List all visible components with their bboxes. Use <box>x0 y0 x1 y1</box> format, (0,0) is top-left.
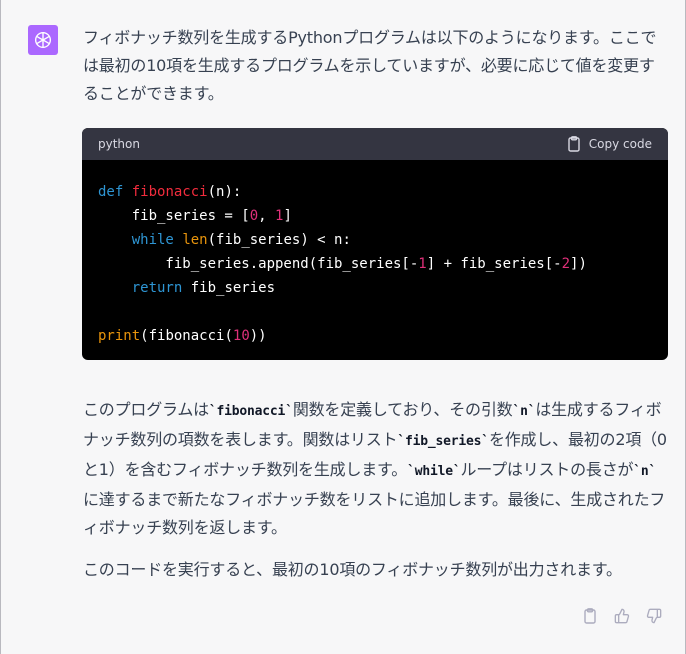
code-block-header: python Copy code <box>82 128 668 160</box>
inline-code-fibonacci: `fibonacci` <box>208 404 293 419</box>
code-token: (fib_series) < n: <box>207 232 351 248</box>
code-token: ( <box>140 328 149 344</box>
thumbs-down-button[interactable] <box>645 606 663 626</box>
number-literal: 1 <box>418 256 427 272</box>
response-explanation: このプログラムは`fibonacci`関数を定義しており、その引数`n`は生成す… <box>83 396 669 542</box>
code-content: def fibonacci(n): fib_series = [0, 1] wh… <box>82 160 668 360</box>
clipboard-icon <box>568 136 580 152</box>
explanation-text: に達するまで新たなフィボナッチ数をリストに追加します。最後に、生成されたフィボナ… <box>83 490 666 537</box>
number-literal: 0 <box>249 208 259 224</box>
code-line-2: fib_series = [0, 1] <box>98 204 652 228</box>
thumbs-up-icon <box>614 608 630 624</box>
keyword-return: return <box>131 280 183 296</box>
thumbs-down-icon <box>646 608 662 624</box>
number-literal: 10 <box>232 328 250 344</box>
explanation-text: このプログラムは <box>83 400 209 419</box>
keyword-while: while <box>131 232 174 248</box>
code-token: , <box>258 208 276 224</box>
code-token: ] <box>283 208 292 224</box>
clipboard-icon <box>584 608 596 624</box>
function-name: fibonacci <box>131 184 208 200</box>
code-token: ( <box>224 328 233 344</box>
code-line-6: print(fibonacci(10)) <box>98 324 652 348</box>
code-line-3: while len(fib_series) < n: <box>98 228 652 252</box>
openai-logo-icon <box>34 31 52 49</box>
builtin-len: len <box>182 232 208 248</box>
code-line-1: def fibonacci(n): <box>98 180 652 204</box>
explanation-text: ループはリストの長さが <box>460 460 634 479</box>
response-conclusion: このコードを実行すると、最初の10項のフィボナッチ数列が出力されます。 <box>83 560 622 579</box>
keyword-def: def <box>98 184 124 200</box>
number-literal: 2 <box>561 256 571 272</box>
copy-message-button[interactable] <box>581 606 599 626</box>
code-token: fib_series.append(fib_series[- <box>98 256 419 272</box>
inline-code-n: `n` <box>512 404 536 419</box>
code-token: (n): <box>207 184 242 200</box>
copy-code-label: Copy code <box>588 137 652 151</box>
thumbs-up-button[interactable] <box>613 606 631 626</box>
code-token: ]) <box>570 256 587 272</box>
explanation-text: 関数を定義しており、その引数 <box>292 400 513 419</box>
inline-code-fib-series: `fib_series` <box>397 434 489 449</box>
builtin-print: print <box>98 328 141 344</box>
inline-code-while: `while` <box>407 464 461 479</box>
code-token: )) <box>249 328 267 344</box>
message-actions <box>581 606 663 626</box>
code-line-5: return fib_series <box>98 276 652 300</box>
code-token: fibonacci <box>148 328 225 344</box>
response-intro: フィボナッチ数列を生成するPythonプログラムは以下のようになります。ここでは… <box>83 28 657 103</box>
code-token: fib_series = [ <box>98 208 250 224</box>
code-line-4: fib_series.append(fib_series[-1] + fib_s… <box>98 252 652 276</box>
chat-message: フィボナッチ数列を生成するPythonプログラムは以下のようになります。ここでは… <box>0 0 686 654</box>
assistant-avatar <box>28 25 58 55</box>
code-token: fib_series <box>182 280 276 296</box>
code-language: python <box>98 137 140 151</box>
code-block: python Copy code def fibonacci(n): fib_s… <box>82 128 668 360</box>
copy-code-button[interactable]: Copy code <box>567 136 652 152</box>
inline-code-n: `n` <box>633 464 657 479</box>
code-token: ] + fib_series[- <box>426 256 562 272</box>
